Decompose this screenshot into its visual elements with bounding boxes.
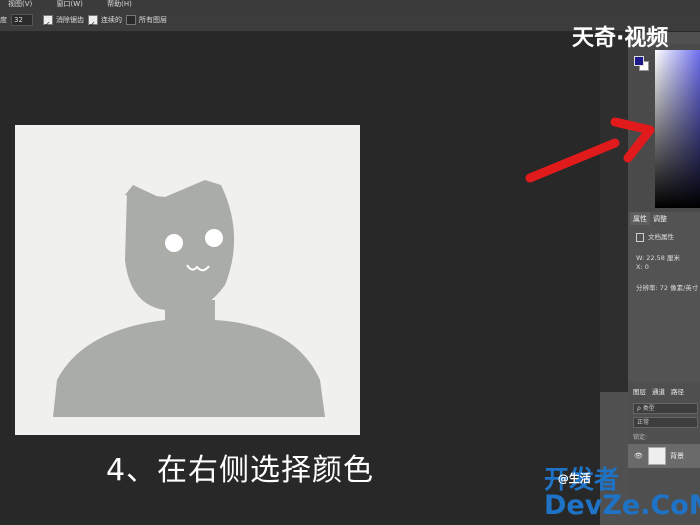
all-layers-checkbox[interactable] (126, 15, 136, 25)
contiguous-label: 连续的 (101, 16, 122, 24)
watermark-overlay-text: @生活 (557, 472, 591, 485)
anti-alias-label: 消除锯齿 (56, 16, 84, 24)
menu-view[interactable]: 视图(V) (8, 0, 32, 8)
foreground-color-swatch[interactable] (634, 56, 644, 66)
document-canvas[interactable] (15, 125, 360, 435)
doc-properties-label: 文档属性 (648, 233, 674, 241)
layer-filter-input[interactable]: ρ 类型 (633, 403, 698, 414)
panel-dock-strip (600, 32, 628, 392)
width-value: W: 22.58 厘米 (636, 254, 680, 262)
brand-watermark: 天奇·视频 (572, 26, 669, 51)
blend-mode-select[interactable]: 正常 (633, 417, 698, 428)
layers-tabs: 图层 通道 路径 (633, 386, 690, 396)
contiguous-checkbox[interactable] (88, 14, 98, 36)
eye-icon[interactable]: 👁 (634, 452, 643, 460)
lock-label: 锁定: (633, 434, 648, 441)
doc-properties-row: 文档属性 (636, 231, 674, 242)
tab-channels[interactable]: 通道 (652, 386, 665, 396)
tolerance-input[interactable]: 32 (11, 14, 33, 26)
tab-paths[interactable]: 路径 (671, 386, 684, 396)
tab-properties[interactable]: 属性 (630, 212, 650, 225)
menu-bar: 视图(V) 窗口(W) 帮助(H) (0, 0, 700, 9)
tab-layers[interactable]: 图层 (633, 386, 646, 396)
tutorial-caption: 4、在右侧选择颜色 (105, 453, 375, 488)
screenshot-root: 视图(V) 窗口(W) 帮助(H) 度 32 消除锯齿 连续的 所有图层 4、在 (0, 0, 700, 525)
x-value: X: 0 (636, 263, 649, 271)
properties-tabs: 属性 调整 (630, 212, 700, 225)
menu-window[interactable]: 窗口(W) (57, 0, 83, 8)
tolerance-label: 度 (0, 16, 7, 24)
red-arrow-annotation (525, 117, 655, 183)
resolution-value: 分辨率: 72 像素/英寸 (636, 284, 699, 292)
cat-figure-illustration (53, 180, 325, 417)
tab-adjustments[interactable]: 调整 (650, 212, 670, 225)
anti-alias-checkbox[interactable] (43, 14, 53, 36)
document-icon (636, 232, 644, 242)
menu-help[interactable]: 帮助(H) (107, 0, 132, 8)
site-watermark: 开发者 @生活 DevZe.CoM (542, 460, 700, 525)
all-layers-label: 所有图层 (139, 16, 167, 24)
watermark-bottom-text: DevZe.CoM (544, 490, 700, 521)
